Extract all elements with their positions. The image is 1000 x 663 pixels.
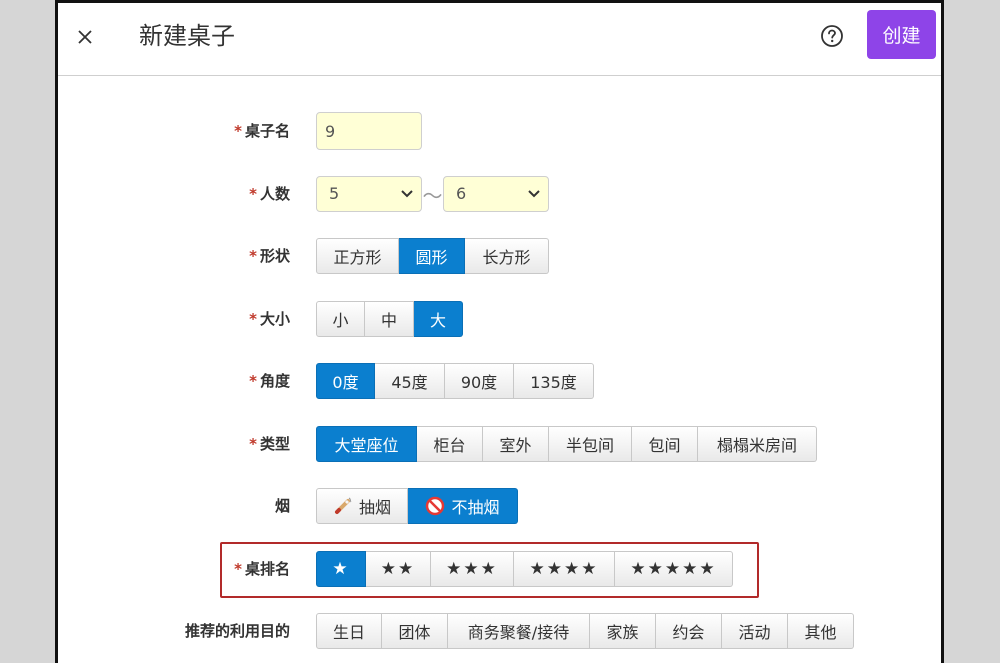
type-option[interactable]: 大堂座位: [316, 426, 417, 462]
purpose-option[interactable]: 家族: [590, 613, 656, 649]
purpose-option[interactable]: 活动: [722, 613, 788, 649]
help-circle-icon: [821, 25, 843, 47]
purpose-option[interactable]: 商务聚餐/接待: [448, 613, 590, 649]
angle-label: * 角度: [249, 372, 290, 390]
row-smoke: 烟 抽烟 不抽烟: [58, 487, 941, 525]
type-option[interactable]: 柜台: [417, 426, 483, 462]
people-min-select[interactable]: 5: [316, 176, 422, 212]
close-icon: [78, 30, 92, 44]
purpose-button-group: 生日 团体 商务聚餐/接待 家族 约会 活动 其他: [316, 613, 854, 649]
smoke-label: 烟: [274, 497, 290, 515]
type-option[interactable]: 半包间: [549, 426, 632, 462]
angle-option[interactable]: 45度: [375, 363, 445, 399]
shape-option[interactable]: 正方形: [316, 238, 399, 274]
range-separator: ～: [422, 183, 443, 208]
row-shape: * 形状 正方形 圆形 长方形: [58, 237, 941, 275]
purpose-option[interactable]: 生日: [316, 613, 382, 649]
row-people: * 人数 5 ～ 6: [58, 175, 941, 213]
angle-option[interactable]: 0度: [316, 363, 375, 399]
purpose-option[interactable]: 团体: [382, 613, 448, 649]
shape-option[interactable]: 圆形: [399, 238, 465, 274]
help-button[interactable]: [819, 23, 845, 49]
people-max-select[interactable]: 6: [443, 176, 549, 212]
type-option[interactable]: 榻榻米房间: [698, 426, 817, 462]
type-button-group: 大堂座位 柜台 室外 半包间 包间 榻榻米房间: [316, 426, 817, 462]
chevron-down-icon: [401, 190, 413, 198]
row-angle: * 角度 0度 45度 90度 135度: [58, 362, 941, 400]
cigarette-icon: [334, 497, 352, 514]
create-button[interactable]: 创建: [867, 10, 936, 59]
rank-highlight-frame: [220, 542, 759, 598]
row-purpose: 推荐的利用目的 生日 团体 商务聚餐/接待 家族 约会 活动 其他: [58, 612, 941, 650]
size-option[interactable]: 大: [414, 301, 463, 337]
smoke-button-group: 抽烟 不抽烟: [316, 488, 518, 524]
chevron-down-icon: [528, 190, 540, 198]
row-size: * 大小 小 中 大: [58, 300, 941, 338]
size-label: * 大小: [249, 310, 290, 328]
shape-label: * 形状: [249, 247, 290, 265]
no-smoking-option[interactable]: 不抽烟: [408, 488, 518, 524]
table-name-input[interactable]: [316, 112, 422, 150]
size-option[interactable]: 小: [316, 301, 365, 337]
close-button[interactable]: [68, 20, 102, 54]
size-option[interactable]: 中: [365, 301, 414, 337]
table-name-label: * 桌子名: [234, 122, 290, 140]
create-table-dialog: 新建桌子 创建 *桌子名 *人数 5 ～ 6: [55, 0, 944, 663]
size-button-group: 小 中 大: [316, 301, 463, 337]
angle-button-group: 0度 45度 90度 135度: [316, 363, 594, 399]
page-title: 新建桌子: [139, 22, 235, 50]
type-option[interactable]: 室外: [483, 426, 549, 462]
purpose-label: 推荐的利用目的: [184, 622, 290, 640]
purpose-option[interactable]: 约会: [656, 613, 722, 649]
shape-option[interactable]: 长方形: [465, 238, 549, 274]
people-label: * 人数: [249, 185, 290, 203]
row-type: * 类型 大堂座位 柜台 室外 半包间 包间 榻榻米房间: [58, 425, 941, 463]
purpose-option[interactable]: 其他: [788, 613, 854, 649]
dialog-header: 新建桌子 创建: [58, 3, 941, 76]
angle-option[interactable]: 90度: [445, 363, 514, 399]
type-label: * 类型: [249, 435, 290, 453]
shape-button-group: 正方形 圆形 长方形: [316, 238, 549, 274]
angle-option[interactable]: 135度: [514, 363, 594, 399]
row-table-name: * 桌子名: [58, 112, 941, 150]
smoking-option[interactable]: 抽烟: [316, 488, 408, 524]
no-smoking-icon: [426, 496, 445, 516]
type-option[interactable]: 包间: [632, 426, 698, 462]
